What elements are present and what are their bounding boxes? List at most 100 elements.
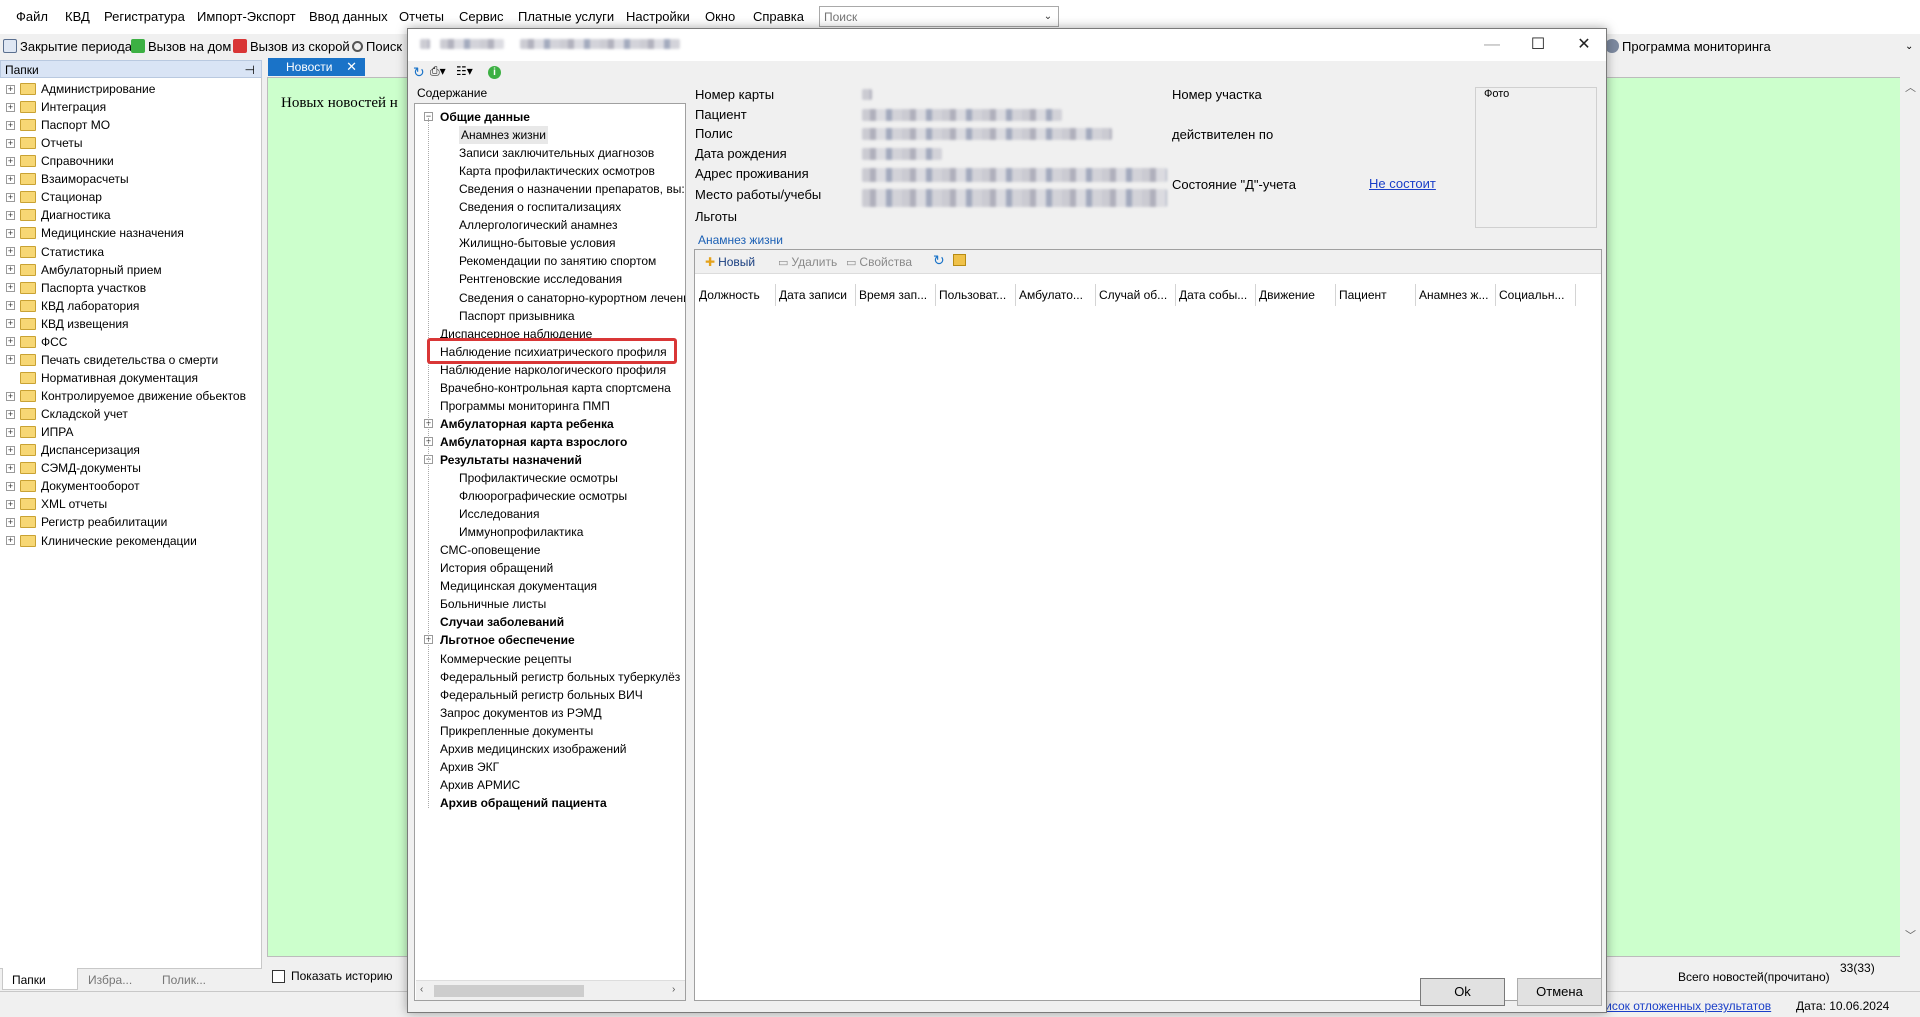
tree-item[interactable]: Карта профилактических осмотров	[459, 162, 655, 180]
folder-item[interactable]: + Администрирование	[6, 80, 155, 98]
column-divider[interactable]	[1575, 284, 1576, 306]
chevron-down-icon[interactable]: ﹀	[1905, 927, 1916, 943]
column-header[interactable]: Амбулато...	[1019, 288, 1083, 302]
menu-item-0[interactable]: Файл	[16, 9, 48, 24]
cancel-button[interactable]: Отмена	[1517, 978, 1602, 1006]
tree-item[interactable]: Врачебно-контрольная карта спортсмена	[440, 379, 671, 397]
column-header[interactable]: Пользоват...	[939, 288, 1006, 302]
folder-item[interactable]: + Клинические рекомендации	[6, 532, 197, 550]
tree-item[interactable]: Медицинская документация	[440, 577, 597, 595]
folder-item[interactable]: + Паспорта участков	[6, 279, 146, 297]
tree-item[interactable]: История обращений	[440, 559, 553, 577]
minimize-button[interactable]: —	[1469, 29, 1515, 61]
expand-icon[interactable]: +	[6, 301, 15, 311]
tree-item[interactable]: Профилактические осмотры	[459, 469, 618, 487]
expand-icon[interactable]: +	[6, 319, 15, 329]
ambulance-call-button[interactable]: Вызов из скорой	[233, 37, 350, 55]
main-search-input[interactable]	[820, 7, 1038, 26]
tree-item[interactable]: Федеральный регистр больных ВИЧ	[440, 686, 643, 704]
tree-item[interactable]: Льготное обеспечение	[440, 631, 575, 649]
column-divider[interactable]	[935, 284, 936, 306]
refresh-icon[interactable]: ↻	[413, 64, 425, 81]
expand-icon[interactable]: +	[6, 192, 15, 202]
tab-folders[interactable]: Папки	[12, 973, 46, 987]
menu-item-10[interactable]: Справка	[753, 9, 804, 24]
info-icon[interactable]: i	[488, 66, 501, 79]
tree-item[interactable]: СМС-оповещение	[440, 541, 540, 559]
folder-icon[interactable]	[953, 254, 966, 266]
folder-item[interactable]: + XML отчеты	[6, 495, 107, 513]
folder-item[interactable]: + Интеграция	[6, 98, 106, 116]
tree-item[interactable]: Программы мониторинга ПМП	[440, 397, 610, 415]
expand-icon[interactable]: +	[6, 517, 15, 527]
expand-icon[interactable]: +	[6, 481, 15, 491]
tree-item[interactable]: Архив обращений пациента	[440, 794, 607, 812]
tree-item[interactable]: Больничные листы	[440, 595, 546, 613]
expand-icon[interactable]: +	[6, 355, 15, 365]
expand-icon[interactable]: +	[6, 102, 15, 112]
delete-record-button[interactable]: ▭ Удалить	[778, 255, 837, 269]
column-divider[interactable]	[1415, 284, 1416, 306]
column-header[interactable]: Время зап...	[859, 288, 927, 302]
expand-icon[interactable]: +	[6, 210, 15, 220]
column-header[interactable]: Пациент	[1339, 288, 1387, 302]
menu-item-6[interactable]: Сервис	[459, 9, 504, 24]
tree-item[interactable]: Коммерческие рецепты	[440, 650, 572, 668]
tree-item[interactable]: Аллергологический анамнез	[459, 216, 617, 234]
column-header[interactable]: Дата записи	[779, 288, 847, 302]
news-scrollbar[interactable]: ︿ ﹀	[1900, 77, 1920, 957]
main-search-box[interactable]: ⌄	[819, 6, 1059, 27]
tree-item[interactable]: Архив АРМИС	[440, 776, 520, 794]
menu-item-4[interactable]: Ввод данных	[309, 9, 388, 24]
expand-icon[interactable]: +	[6, 427, 15, 437]
scroll-thumb[interactable]	[434, 985, 584, 997]
expand-icon[interactable]: +	[6, 463, 15, 473]
menu-item-2[interactable]: Регистратура	[104, 9, 185, 24]
expand-icon[interactable]: +	[6, 138, 15, 148]
folder-item[interactable]: + Медицинские назначения	[6, 224, 184, 242]
tree-item[interactable]: Флюорографические осмотры	[459, 487, 627, 505]
folder-item[interactable]: + Справочники	[6, 152, 114, 170]
folder-item[interactable]: + Складской учет	[6, 405, 128, 423]
expand-icon[interactable]: +	[6, 536, 15, 545]
layout-icon[interactable]: ☷▾	[456, 64, 473, 78]
expand-icon[interactable]: +	[6, 120, 15, 130]
expand-icon[interactable]: +	[6, 409, 15, 419]
expand-icon[interactable]: +	[6, 228, 15, 238]
menu-item-8[interactable]: Настройки	[626, 9, 690, 24]
tree-item[interactable]: Случаи заболеваний	[440, 613, 564, 631]
deferred-results-link[interactable]: Список отложенных результатов	[1590, 999, 1771, 1013]
close-icon[interactable]: ✕	[346, 59, 357, 75]
new-record-button[interactable]: ✚ Новый	[705, 255, 755, 269]
column-header[interactable]: Случай об...	[1099, 288, 1167, 302]
tree-item[interactable]: Амбулаторная карта взрослого	[440, 433, 627, 451]
tree-item[interactable]: Иммунопрофилактика	[459, 523, 583, 541]
column-header[interactable]: Движение	[1259, 288, 1315, 302]
column-header[interactable]: Социальн...	[1499, 288, 1564, 302]
d-status-link[interactable]: Не состоит	[1369, 176, 1436, 191]
folder-item[interactable]: + Паспорт МО	[6, 116, 110, 134]
properties-button[interactable]: ▭ Свойства	[846, 255, 912, 269]
folder-item[interactable]: + Стационар	[6, 188, 102, 206]
expand-icon[interactable]: +	[6, 265, 15, 275]
chevron-up-icon[interactable]: ︿	[1905, 79, 1916, 95]
column-divider[interactable]	[1495, 284, 1496, 306]
ok-button[interactable]: Ok	[1420, 978, 1505, 1006]
tree-item[interactable]: Общие данные	[440, 108, 530, 126]
tree-item[interactable]: Рентгеновские исследования	[459, 270, 622, 288]
column-divider[interactable]	[855, 284, 856, 306]
pin-icon[interactable]: ⊣	[245, 63, 255, 77]
tree-item[interactable]: Архив ЭКГ	[440, 758, 499, 776]
tree-item[interactable]: Жилищно-бытовые условия	[459, 234, 615, 252]
tree-item[interactable]: Запрос документов из РЭМД	[440, 704, 602, 722]
tree-horizontal-scrollbar[interactable]: ‹ ›	[416, 980, 685, 1000]
column-header[interactable]: Дата собы...	[1179, 288, 1247, 302]
folder-item[interactable]: + ИПРА	[6, 423, 73, 441]
print-icon[interactable]: ⎙▾	[430, 64, 446, 79]
close-period-button[interactable]: Закрытие периода	[3, 37, 132, 55]
folder-item[interactable]: + Контролируемое движение обьектов	[6, 387, 246, 405]
tree-item[interactable]: Результаты назначений	[440, 451, 582, 469]
column-header[interactable]: Должность	[699, 288, 760, 302]
show-history-checkbox[interactable]: Показать историю	[272, 969, 392, 983]
menu-item-7[interactable]: Платные услуги	[518, 9, 614, 24]
